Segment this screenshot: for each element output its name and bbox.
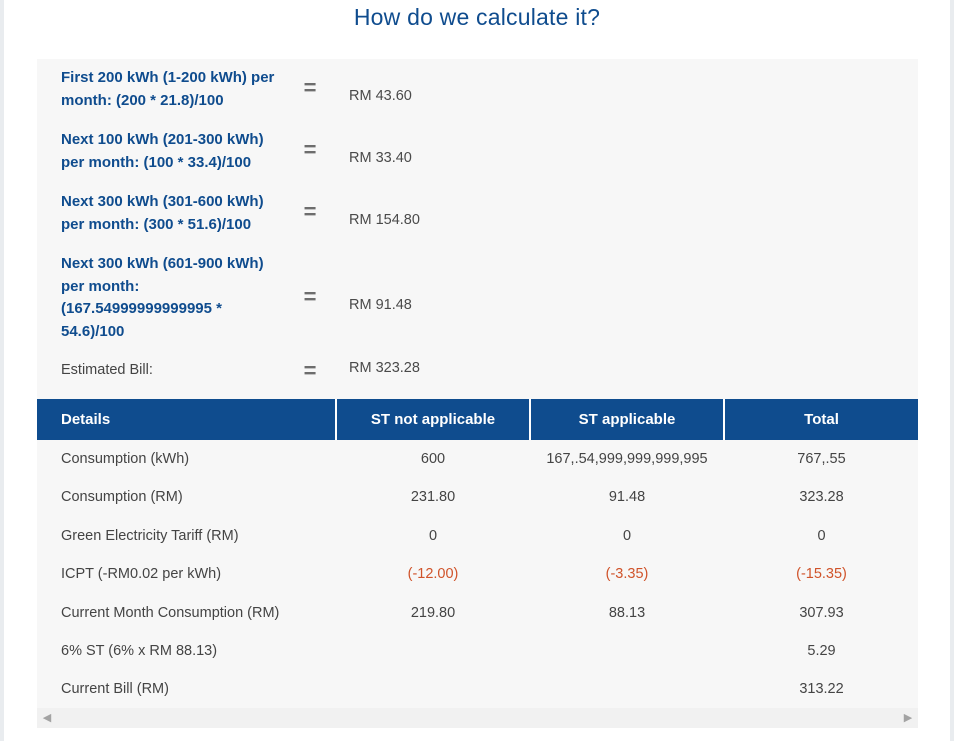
- calc-value: RM 91.48: [349, 297, 412, 313]
- cell-st-applicable: 0: [622, 527, 632, 544]
- cell-total: 5.29: [807, 642, 836, 659]
- row-label: Current Month Consumption (RM): [61, 604, 280, 621]
- calc-label: First 200 kWh (1-200 kWh) per month: (20…: [61, 69, 275, 109]
- table-row: 6% ST (6% x RM 88.13) 5.29: [37, 631, 918, 671]
- equals-sign: =: [303, 199, 317, 224]
- page-title: How do we calculate it?: [353, 4, 601, 30]
- table-row: Consumption (RM) 231.80 91.48 323.28: [37, 478, 918, 517]
- cell-st-applicable: 167,.54,999,999,999,995: [546, 451, 708, 467]
- cell-st-not-applicable: 231.80: [410, 489, 456, 506]
- row-label: Consumption (RM): [61, 489, 183, 506]
- equals-sign: =: [303, 137, 317, 162]
- table-header: Details ST not applicable ST applicable …: [37, 399, 918, 440]
- calc-value: RM 154.80: [349, 212, 420, 228]
- cell-total: 323.28: [799, 489, 844, 506]
- calc-label: Next 300 kWh (301-600 kWh) per month: (3…: [61, 193, 264, 233]
- row-label: Green Electricity Tariff (RM): [61, 527, 239, 544]
- cell-st-applicable: (-3.35): [605, 566, 649, 583]
- calc-value: RM 43.60: [349, 88, 412, 104]
- page-border-left: [0, 0, 4, 741]
- equals-sign: =: [303, 284, 317, 309]
- calc-label: Estimated Bill:: [61, 362, 153, 378]
- row-label: 6% ST (6% x RM 88.13): [61, 642, 218, 659]
- header-total: Total: [725, 399, 918, 440]
- equals-sign: =: [303, 75, 317, 100]
- cell-st-not-applicable: 600: [420, 451, 446, 467]
- cell-total: 767,.55: [797, 451, 846, 467]
- cell-st-not-applicable: (-12.00): [407, 566, 459, 583]
- row-label: Consumption (kWh): [61, 451, 190, 467]
- cell-total: 0: [817, 527, 826, 544]
- calc-label: Next 100 kWh (201-300 kWh) per month: (1…: [61, 131, 264, 171]
- table-row: Consumption (kWh) 600 167,.54,999,999,99…: [37, 440, 918, 479]
- cell-st-applicable: [531, 670, 723, 708]
- header-st-not-applicable: ST not applicable: [337, 399, 529, 440]
- cell-st-not-applicable: [337, 632, 529, 670]
- cell-total: 313.22: [799, 681, 844, 698]
- caret-right-icon[interactable]: ▶: [900, 708, 916, 728]
- table-row: Current Month Consumption (RM) 219.80 88…: [37, 593, 918, 632]
- header-st-applicable: ST applicable: [531, 399, 723, 440]
- caret-left-icon[interactable]: ◀: [39, 708, 55, 728]
- cell-st-not-applicable: 219.80: [410, 604, 456, 621]
- cell-st-applicable: 91.48: [608, 489, 646, 506]
- table-row: Green Electricity Tariff (RM) 0 0 0: [37, 516, 918, 556]
- bill-table: Details ST not applicable ST applicable …: [37, 399, 918, 709]
- cell-st-not-applicable: 0: [428, 527, 438, 544]
- table-row: Current Bill (RM) 313.22: [37, 670, 918, 709]
- cell-total: (-15.35): [796, 566, 847, 583]
- equals-sign: =: [303, 358, 317, 383]
- horizontal-scrollbar[interactable]: ◀ ▶: [37, 708, 918, 728]
- calc-value: RM 33.40: [349, 150, 412, 166]
- row-label: Current Bill (RM): [61, 681, 169, 698]
- page-border-right: [950, 0, 954, 741]
- cell-total: 307.93: [799, 604, 844, 621]
- row-label: ICPT (-RM0.02 per kWh): [61, 566, 222, 583]
- cell-st-applicable: 88.13: [608, 604, 646, 621]
- calc-value: RM 323.28: [349, 360, 420, 376]
- calc-label: Next 300 kWh (601-900 kWh) per month: (1…: [61, 255, 264, 340]
- calculation-panel: First 200 kWh (1-200 kWh) per month: (20…: [37, 59, 918, 399]
- cell-st-applicable: [531, 632, 723, 670]
- header-details: Details: [37, 399, 335, 440]
- cell-st-not-applicable: [337, 670, 529, 708]
- table-row: ICPT (-RM0.02 per kWh) (-12.00) (-3.35) …: [37, 555, 918, 594]
